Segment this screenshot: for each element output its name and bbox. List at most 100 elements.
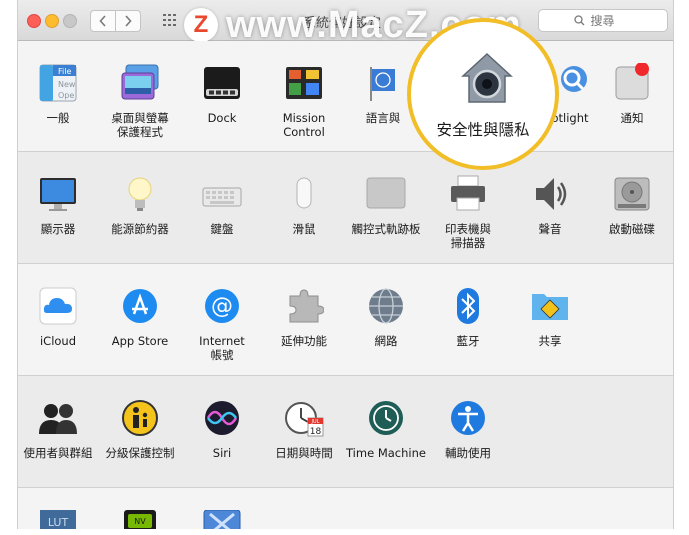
pref-network[interactable]: 網路 [344, 286, 428, 348]
security-privacy-highlight[interactable]: 安全性與隱私 [407, 18, 559, 170]
parental-controls-icon [120, 398, 160, 438]
puzzle-piece-icon [284, 286, 325, 326]
pref-app-store[interactable]: App Store [98, 286, 182, 348]
general-icon-new: New [58, 80, 76, 89]
security-privacy-label: 安全性與隱私 [436, 121, 530, 139]
nvidia-icon-text: NV [134, 517, 146, 526]
pref-notifications[interactable]: 通知 [590, 62, 673, 125]
pref-keyboard-label: 鍵盤 [210, 222, 234, 236]
pref-accessibility[interactable]: 輔助使用 [426, 398, 510, 460]
close-button[interactable] [27, 14, 41, 28]
pref-accessibility-label: 輔助使用 [445, 446, 491, 460]
pref-sound[interactable]: 聲音 [508, 174, 592, 236]
pref-keyboard[interactable]: 鍵盤 [180, 174, 264, 236]
pref-displays-label: 顯示器 [40, 222, 76, 236]
general-icon: File New Ope [38, 63, 78, 103]
pref-date-time-label: 日期與時間 [275, 446, 333, 460]
pref-parental-controls[interactable]: 分級保護控制 [98, 398, 182, 460]
pref-parental-controls-label: 分級保護控制 [105, 446, 175, 460]
pref-siri-label: Siri [212, 446, 232, 460]
pref-app-store-label: App Store [111, 334, 169, 348]
section-hardware: 顯示器 能源節約器 鍵盤 滑鼠 觸控式軌跡板 印表機與 掃描器 聲音 啟動磁碟 [18, 152, 673, 264]
section-personal: File New Ope 一般 桌面與螢幕 保護程式 Dock Mission … [18, 41, 673, 152]
pref-trackpad[interactable]: 觸控式軌跡板 [344, 174, 428, 236]
pref-extensions-label: 延伸功能 [281, 334, 327, 348]
keyboard-icon [202, 174, 242, 214]
lightbulb-icon [120, 174, 160, 214]
show-all-button[interactable] [158, 10, 184, 30]
sharing-folder-icon [530, 286, 570, 326]
pref-displays[interactable]: 顯示器 [18, 174, 100, 236]
pref-energy-saver[interactable]: 能源節約器 [98, 174, 182, 236]
system-preferences-window: 系統偏好設定 Z www.MacZ.com File New Ope 一般 [17, 0, 674, 529]
pref-icloud[interactable]: iCloud [18, 286, 100, 348]
desktop-screensaver-icon [120, 63, 160, 103]
pref-printers-scanners-label: 印表機與 掃描器 [445, 222, 491, 250]
trackpad-icon [366, 174, 406, 214]
pref-date-time[interactable]: JUL 18 日期與時間 [262, 398, 346, 460]
pref-sharing[interactable]: 共享 [508, 286, 592, 348]
pref-mission-control[interactable]: Mission Control [262, 63, 346, 139]
mission-control-icon [284, 63, 324, 103]
pref-users-groups-label: 使用者與群組 [23, 446, 93, 460]
minimize-button[interactable] [45, 14, 59, 28]
search-field[interactable] [538, 9, 668, 32]
users-icon [38, 398, 78, 438]
section-other: LUT NV [18, 488, 673, 529]
pref-other-3[interactable] [180, 509, 264, 529]
search-icon [573, 15, 584, 26]
icloud-icon [38, 286, 78, 326]
zoom-button[interactable] [63, 14, 77, 28]
dock-icon [202, 63, 242, 103]
general-icon-ope: Ope [58, 91, 74, 100]
app-store-icon [120, 286, 160, 326]
pref-time-machine[interactable]: Time Machine [344, 398, 428, 460]
pref-internet-accounts[interactable]: @ Internet 帳號 [180, 286, 264, 362]
pref-sound-label: 聲音 [538, 222, 562, 236]
pref-notifications-label: 通知 [620, 111, 644, 125]
section-system: 使用者與群組 分級保護控制 Siri JUL 18 日期與時間 Time Mac… [18, 376, 673, 488]
flag-icon [363, 63, 403, 103]
lut-icon: LUT [38, 510, 78, 529]
pref-siri[interactable]: Siri [180, 398, 264, 460]
accessibility-icon [448, 398, 488, 438]
calendar-month: JUL [311, 419, 320, 425]
forward-button[interactable] [115, 10, 141, 32]
pref-bluetooth[interactable]: 藍牙 [426, 286, 510, 348]
pref-extensions[interactable]: 延伸功能 [262, 286, 346, 348]
lut-icon-text: LUT [48, 516, 69, 529]
pref-users-groups[interactable]: 使用者與群組 [18, 398, 100, 460]
clock-calendar-icon: JUL 18 [284, 398, 324, 438]
printer-icon [448, 174, 488, 214]
svg-text:@: @ [211, 294, 233, 319]
pref-other-2[interactable]: NV [98, 510, 182, 529]
pref-sharing-label: 共享 [538, 334, 562, 348]
pref-printers-scanners[interactable]: 印表機與 掃描器 [426, 174, 510, 250]
pref-mouse[interactable]: 滑鼠 [262, 174, 346, 236]
chevron-right-icon [125, 15, 132, 27]
security-house-icon [461, 52, 513, 104]
pref-general[interactable]: File New Ope 一般 [18, 63, 100, 125]
pref-other-1[interactable]: LUT [18, 510, 100, 529]
pref-bluetooth-label: 藍牙 [456, 334, 480, 348]
pref-dock[interactable]: Dock [180, 63, 264, 125]
search-input[interactable] [588, 12, 633, 29]
pref-desktop-screensaver[interactable]: 桌面與螢幕 保護程式 [98, 63, 182, 139]
globe-icon [366, 286, 406, 326]
ntfs-icon [202, 509, 242, 529]
at-sign-icon: @ [202, 286, 242, 326]
notifications-icon [612, 62, 652, 103]
bluetooth-icon [448, 286, 488, 326]
pref-startup-disk[interactable]: 啟動磁碟 [590, 174, 673, 236]
chevron-left-icon [99, 15, 106, 27]
general-icon-file: File [58, 67, 71, 76]
pref-network-label: 網路 [374, 334, 398, 348]
pref-mission-control-label: Mission Control [282, 111, 326, 139]
pref-desktop-screensaver-label: 桌面與螢幕 保護程式 [111, 111, 169, 139]
section-internet-wireless: iCloud App Store @ Internet 帳號 延伸功能 網路 藍… [18, 264, 673, 376]
pref-mouse-label: 滑鼠 [292, 222, 316, 236]
display-icon [38, 174, 78, 214]
pref-internet-accounts-label: Internet 帳號 [199, 334, 245, 362]
back-button[interactable] [90, 10, 116, 32]
calendar-day: 18 [310, 427, 322, 437]
